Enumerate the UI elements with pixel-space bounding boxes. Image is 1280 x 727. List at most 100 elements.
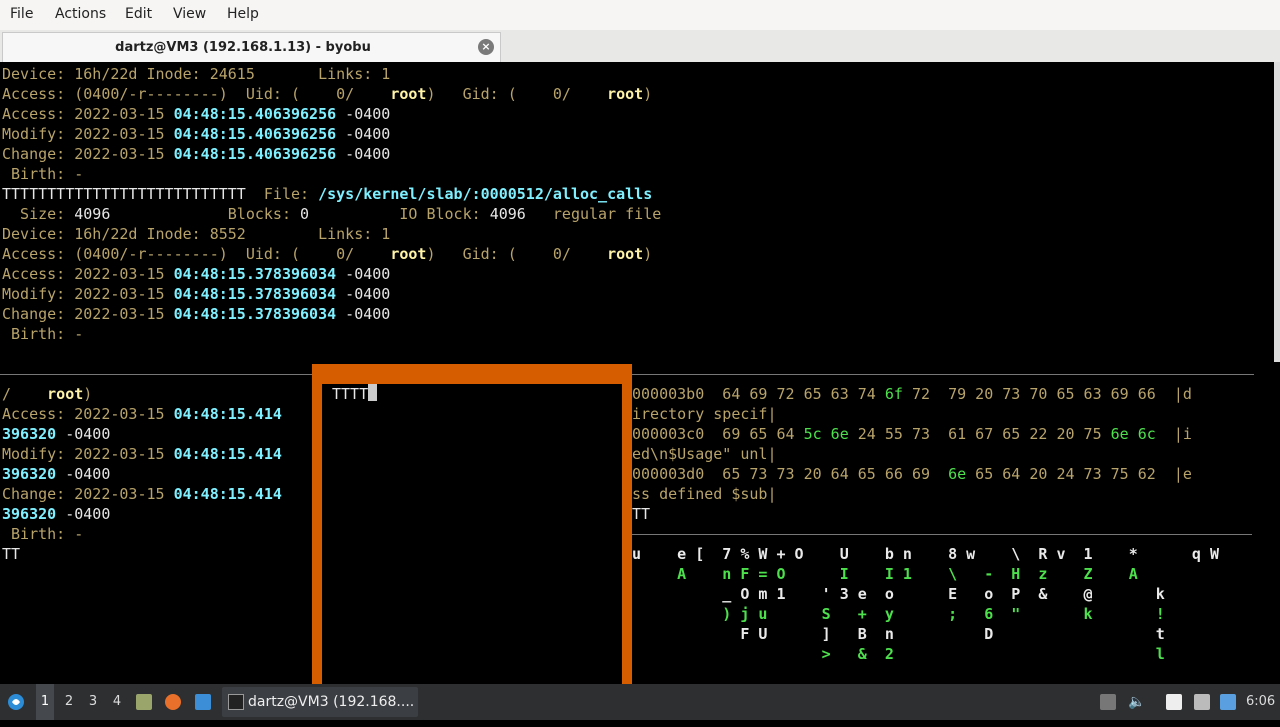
terminal-line: 000003c0 69 65 64 5c 6e 24 55 73 61 67 6… (632, 424, 1252, 444)
terminal-text: 24 55 73 61 67 65 22 20 75 (848, 425, 1111, 443)
terminal-text: Access: (0400/-r--------) Uid: ( 0/ (2, 245, 391, 263)
matrix-line: ) j u S + y ; 6 " k ! (632, 605, 1165, 623)
terminal-text: |i (1155, 425, 1192, 443)
terminal-text: Change: 2022-03-15 (2, 305, 174, 323)
terminal-text: -0400 (56, 465, 111, 483)
terminal-line: Modify: 2022-03-15 04:48:15.378396034 -0… (2, 284, 1272, 304)
terminal-text: Change: 2022-03-15 (2, 485, 174, 503)
clock[interactable]: 6:06 (1246, 684, 1276, 720)
terminal-text: Access: 2022-03-15 (2, 105, 174, 123)
terminal-text: / (2, 385, 48, 403)
terminal-line: 396320 -0400 (2, 424, 310, 444)
menu-edit[interactable]: Edit (125, 6, 152, 22)
terminal-line: Access: 2022-03-15 04:48:15.406396256 -0… (2, 104, 1272, 124)
network-icon[interactable] (1220, 694, 1236, 710)
terminal-text: File: (263, 185, 319, 203)
terminal-text: 396320 (2, 465, 57, 483)
workspace-4[interactable]: 4 (110, 684, 124, 720)
terminal-text: 04:48:15.378396034 (173, 265, 337, 283)
terminal-line: TTTTTTTTTTTTTTTTTTTTTTTTTTT File: /sys/k… (2, 184, 1272, 204)
screen-icon[interactable] (1194, 694, 1210, 710)
tab-terminal[interactable]: dartz@VM3 (192.168.1.13) - byobu × (2, 32, 501, 62)
terminal-text: Change: 2022-03-15 (2, 145, 174, 163)
terminal-text: 4096 (489, 205, 526, 223)
file-manager-icon[interactable] (136, 694, 152, 710)
menu-actions[interactable]: Actions (55, 6, 106, 22)
workspace-1[interactable]: 1 (36, 684, 54, 720)
close-icon[interactable]: × (478, 39, 494, 55)
menu-icon[interactable] (6, 684, 28, 720)
terminal-text: Modify: 2022-03-15 (2, 125, 174, 143)
matrix-line: > & 2 l (632, 645, 1165, 663)
terminal-text: 04:48:15.414 (173, 445, 282, 463)
terminal-text: Blocks: (110, 205, 301, 223)
terminal-text: 04:48:15.378396034 (173, 285, 337, 303)
matrix-line: F U ] B n D t (632, 625, 1165, 643)
terminal-line: Change: 2022-03-15 04:48:15.406396256 -0… (2, 144, 1272, 164)
terminal-text: 396320 (2, 425, 57, 443)
terminal-text: 0 (300, 205, 310, 223)
workspace-2[interactable]: 2 (62, 684, 76, 720)
terminal-text: root (607, 85, 644, 103)
terminal-text: irectory specif| (632, 405, 777, 423)
terminal-icon (228, 694, 244, 710)
terminal-text: 6f (884, 385, 903, 403)
terminal-text: -0400 (56, 425, 111, 443)
popup-content: TTTT (322, 384, 622, 684)
menu-file[interactable]: File (10, 6, 33, 22)
terminal-text: Birth: - (2, 525, 84, 543)
terminal-line: TT (632, 504, 1252, 524)
cursor-block (368, 384, 378, 401)
terminal-text: /sys/kernel/slab/:0000512/alloc_calls (318, 185, 653, 203)
terminal-line: Device: 16h/22d Inode: 24615 Links: 1 (2, 64, 1272, 84)
scrollbar[interactable] (1274, 62, 1280, 362)
terminal-text: Access: (0400/-r--------) Uid: ( 0/ (2, 85, 391, 103)
terminal-text: 04:48:15.414 (173, 485, 282, 503)
terminal-text: regular file (525, 205, 662, 223)
terminal-text: 04:48:15.414 (173, 405, 282, 423)
terminal-text: root (47, 385, 84, 403)
terminal-text: Access: 2022-03-15 (2, 405, 174, 423)
firefox-icon[interactable] (165, 694, 181, 710)
matrix-line: u e [ 7 % W + O U b n 8 w \ R v 1 * q W (632, 545, 1219, 563)
popup-window[interactable]: TTTT (312, 364, 632, 684)
terminal-line: 000003d0 65 73 73 20 64 65 66 69 6e 65 6… (632, 464, 1252, 484)
terminal-text: 04:48:15.406396256 (173, 105, 337, 123)
menu-view[interactable]: View (173, 6, 206, 22)
terminal-text: 4096 (74, 205, 111, 223)
terminal-text: Modify: 2022-03-15 (2, 445, 174, 463)
terminal-text: Device: 16h/22d Inode: 8552 Links: 1 (2, 225, 391, 243)
matrix-line: A n F = O I I 1 \ - H z Z A (632, 565, 1138, 583)
terminal-area[interactable]: Device: 16h/22d Inode: 24615 Links: 1 Acc… (0, 62, 1280, 684)
terminal-text: IO Block: (309, 205, 490, 223)
terminal-text: 6e 6c (1110, 425, 1156, 443)
volume-icon[interactable]: 🔈 (1128, 694, 1145, 710)
terminal-line: Modify: 2022-03-15 04:48:15.406396256 -0… (2, 124, 1272, 144)
terminal-text: TTTTTTTTTTTTTTTTTTTTTTTTTTT (2, 185, 264, 203)
popup-text-line: TTTT (332, 384, 378, 404)
popup-text: TTTT (332, 385, 369, 403)
menu-help[interactable]: Help (227, 6, 259, 22)
terminal-text: 72 79 20 73 70 65 63 69 66 |d (902, 385, 1192, 403)
clipboard-icon[interactable] (1166, 694, 1182, 710)
terminal-text: Size: (2, 205, 75, 223)
terminal-text: 65 64 20 24 73 75 62 |e (966, 465, 1192, 483)
workspace-3[interactable]: 3 (86, 684, 100, 720)
terminal-line: Access: 2022-03-15 04:48:15.414 (2, 404, 310, 424)
terminal-text: TT (2, 545, 21, 563)
upload-icon[interactable] (1100, 694, 1116, 710)
terminal-line: ss defined $sub| (632, 484, 1252, 504)
terminal-text: ) Gid: ( 0/ (426, 85, 608, 103)
terminal-line: Change: 2022-03-15 04:48:15.414 (2, 484, 310, 504)
terminal-line: Birth: - (2, 324, 1272, 344)
terminal-line: Device: 16h/22d Inode: 8552 Links: 1 (2, 224, 1272, 244)
terminal-text: -0400 (336, 105, 391, 123)
terminal-text: Birth: - (2, 165, 84, 183)
terminal-text: 5c 6e (803, 425, 849, 443)
terminal-text: -0400 (336, 265, 391, 283)
terminal-text: 04:48:15.406396256 (173, 145, 337, 163)
desktop-icon[interactable] (195, 694, 211, 710)
terminal-text: Modify: 2022-03-15 (2, 285, 174, 303)
task-terminal[interactable]: dartz@VM3 (192.168.... (222, 687, 418, 717)
terminal-text: ed\n$Usage" unl| (632, 445, 777, 463)
